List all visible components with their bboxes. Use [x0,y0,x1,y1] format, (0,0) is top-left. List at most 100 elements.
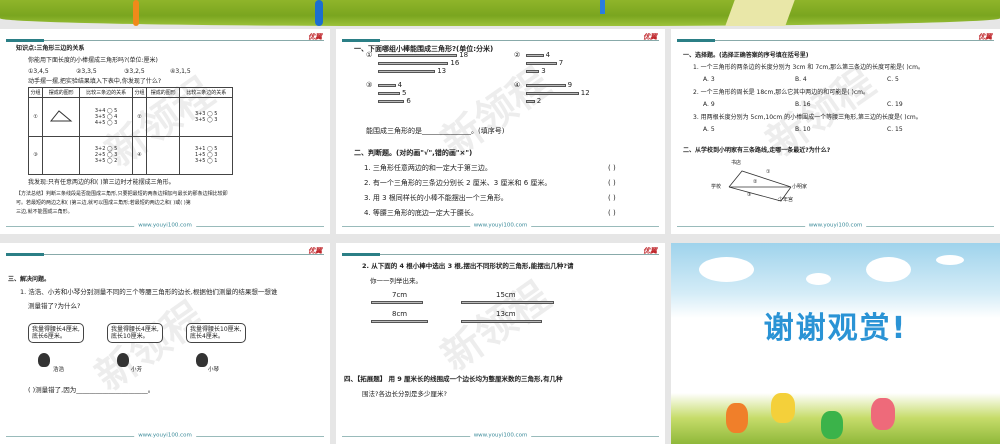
problem-text: 1. 浩浩、小芳和小琴分别测量不同的三个等腰三角形的边长,根据他们测量的结果想一… [20,288,278,296]
logo: 优翼 [643,33,657,41]
finding: 我发现:只有任意两边的和( )第三边时才能摆成三角形。 [28,179,175,186]
group-label: ② [514,51,521,59]
child-illustration [38,353,50,367]
choice-option: A. 9 [703,101,715,108]
child-illustration [771,393,795,423]
text: ③ [27,135,44,175]
route-label: ② [753,179,758,185]
text: 3+5 ◯ 1 [194,158,218,165]
group-label: ③ [366,81,373,89]
triangle-figure [50,110,73,122]
stick-label: 7cm [392,291,408,299]
answer-paren: ( ) [608,164,616,172]
map-label: 学校 [711,184,722,190]
footer-url: www.youyi100.com [469,222,532,230]
stick [526,54,544,57]
footer-url: www.youyi100.com [469,432,532,440]
text: 3+5 ◯ 2 [94,158,118,165]
text: 3+5 ◯ 3 [194,116,218,123]
choice-option: B. 16 [795,101,811,108]
stick-label: 15cm [496,291,516,299]
footer-url: www.youyi100.com [804,222,867,230]
stick-length: 3 [541,67,546,75]
knowledge-title: 知识点:三角形三边的关系 [16,45,85,52]
answer-paren: ( ) [608,179,616,187]
slide-thumbnail-3[interactable]: 优翼 新领程 一、选择题。(选择正确答案的序号填在括号里) 1. 一个三角形的两… [671,29,1000,234]
problem-text: 测量错了?为什么? [28,302,81,310]
choice-option: A. 3 [703,76,715,83]
text: 比较三条边的关系 [179,87,233,98]
child-name: 小琴 [208,367,220,373]
logo: 优翼 [643,247,657,255]
choice-question: 2. 一个三角形的周长是 18cm,那么它其中两边的和可能是( )cm。 [693,89,869,96]
stick-label: 13cm [496,310,516,318]
section-heading: 一、选择题。(选择正确答案的序号填在括号里) [683,52,809,59]
option: ④3,1,5 [170,68,191,75]
child-illustration [117,353,129,367]
route-label: ③ [747,192,752,198]
problem-text: 围法?各边长分别是多少厘米? [362,390,447,398]
section-heading: 二、从学校到小明家有三条路线,走哪一条最近?为什么? [683,147,831,154]
stick-length: 13 [437,67,447,75]
slide-thumbnail-2[interactable]: 优翼 新领程 一、下面哪组小棒能围成三角形?(单位:分米) ① 18 16 13 ② 4 7… [336,29,665,234]
method-summary: 可。若最短的两边之和( )第三边,就可以围成三角形;若最短的两边之和( )或( … [16,200,191,206]
answer-paren: ( ) [608,194,616,202]
choice-option: B. 4 [795,76,807,83]
stick-7cm [371,301,423,304]
text: 比较三条边的关系 [79,87,133,98]
answer-line: ( )测量错了,因为______________________。 [28,386,155,394]
slide-thumbnail-1[interactable]: 优翼 新领程 知识点:三角形三边的关系 你能用下面长度的小棒摆成三角形吗?(单位… [0,29,330,234]
text: 4+5 ◯ 3 [94,119,118,126]
stick [378,100,405,103]
stick [526,62,557,65]
speech-bubble: 我量得腰长4厘米, 底长10厘米。 [107,323,163,344]
slide-thumbnail-5[interactable]: 优翼 新领程 2. 从下面的 4 根小棒中选出 3 根,摆出不同形状的三角形,能… [336,243,665,444]
option: ②3,3,5 [76,68,97,75]
text: 分组 [27,87,44,98]
section-heading: 二、判断题。(对的画"√",错的画"×") [354,149,473,157]
route-label: ① [766,169,771,175]
slide-thumbnail-6[interactable]: 谢谢观赏! [671,243,1000,444]
stick-length: 2 [536,97,542,105]
stick [526,84,566,87]
stick-length: 7 [558,59,564,67]
judge-item: 3. 用 3 根同样长的小棒不能摆出一个三角形。 [364,194,508,202]
map-label: 书店 [731,160,742,166]
group-label: ① [366,51,373,59]
section-heading: 四、【拓展题】 用 9 厘米长的线围成一个边长均为整厘米数的三角形,有几种 [344,375,563,383]
choice-question: 3. 用两根长度分别为 5cm,10cm 的小棒围成一个等腰三角形,第三边的长度… [693,114,922,121]
stick [526,70,540,73]
text: 分组 [131,87,148,98]
stick [526,100,535,103]
slide-thumbnail-4[interactable]: 优翼 新领程 三、解决问题。 1. 浩浩、小芳和小琴分别测量不同的三个等腰三角形… [0,243,330,444]
choice-question: 1. 一个三角形的两条边的长度分别为 3cm 和 7cm,那么第三条边的长度可能… [693,64,924,71]
choice-option: C. 15 [887,126,903,133]
text: 底长4厘米。 [190,333,224,341]
option: ①3,4,5 [28,68,49,75]
stick-length: 6 [406,97,411,105]
stick-length: 9 [567,81,573,89]
stick [378,54,458,57]
choice-option: C. 5 [887,76,899,83]
text: 底长10厘米。 [111,333,149,341]
stick-length: 12 [580,89,590,97]
stick [378,92,400,95]
stick-length: 18 [459,51,469,59]
text: ④ [131,135,148,175]
question: 你能用下面长度的小棒摆成三角形吗?(单位:厘米) [28,57,158,64]
stick [526,92,579,95]
stick-length: 4 [545,51,551,59]
section-heading: 一、下面哪组小棒能围成三角形?(单位:分米) [354,45,494,53]
logo: 优翼 [308,33,322,41]
answer-paren: ( ) [608,209,616,217]
judge-item: 2. 有一个三角形的三条边分别长 2 厘米、3 厘米和 6 厘米。 [364,179,552,187]
answer-line: 能围成三角形的是______________。(填序号) [366,127,505,135]
stick-length: 16 [450,59,460,67]
footer-url: www.youyi100.com [134,432,196,440]
child-illustration [196,353,208,367]
speech-bubble: 我量得腰长4厘米, 底长6厘米。 [28,323,84,344]
footer-url: www.youyi100.com [134,222,196,230]
stick-15cm [461,301,554,304]
child-illustration [871,398,895,430]
cloud [699,257,754,282]
